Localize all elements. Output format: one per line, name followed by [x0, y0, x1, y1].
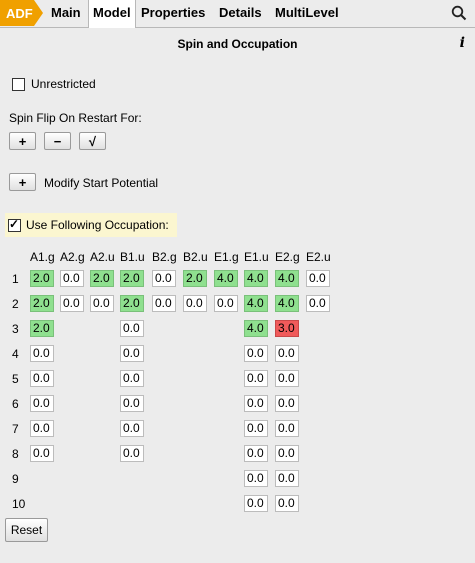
column-header: B2.u [183, 250, 208, 264]
occupation-cell[interactable]: 0.0 [244, 370, 268, 387]
occupation-cell[interactable]: 2.0 [120, 270, 144, 287]
occupation-cell[interactable]: 0.0 [275, 370, 299, 387]
column-header: B2.g [152, 250, 177, 264]
occupation-cell[interactable]: 0.0 [152, 270, 176, 287]
occupation-cell[interactable]: 0.0 [244, 345, 268, 362]
adf-tab-label: ADF [6, 6, 33, 21]
column-header: E1.u [244, 250, 269, 264]
row-label: 6 [12, 397, 19, 411]
occupation-cell[interactable]: 0.0 [275, 470, 299, 487]
occupation-cell[interactable]: 0.0 [244, 420, 268, 437]
occupation-cell[interactable]: 0.0 [275, 345, 299, 362]
column-header: E2.g [275, 250, 300, 264]
occupation-cell[interactable]: 0.0 [120, 345, 144, 362]
occupation-cell[interactable]: 0.0 [120, 320, 144, 337]
column-header: A2.u [90, 250, 115, 264]
spin-occupation-panel: Spin and Occupation i Unrestricted Spin … [0, 28, 475, 563]
row-label: 5 [12, 372, 19, 386]
reset-button[interactable]: Reset [5, 518, 48, 542]
column-header: A1.g [30, 250, 55, 264]
occupation-cell[interactable]: 4.0 [275, 270, 299, 287]
occupation-cell[interactable]: 0.0 [183, 295, 207, 312]
row-label: 9 [12, 472, 19, 486]
panel-title: Spin and Occupation [177, 37, 298, 51]
row-label: 8 [12, 447, 19, 461]
spin-flip-remove-button[interactable]: − [44, 132, 71, 150]
tab-main[interactable]: Main [51, 0, 81, 26]
column-header: E1.g [214, 250, 239, 264]
occupation-cell[interactable]: 0.0 [306, 295, 330, 312]
occupation-cell[interactable]: 2.0 [120, 295, 144, 312]
occupation-cell[interactable]: 0.0 [30, 445, 54, 462]
occupation-cell[interactable]: 0.0 [275, 395, 299, 412]
occupation-cell[interactable]: 0.0 [120, 445, 144, 462]
column-header: A2.g [60, 250, 85, 264]
occupation-cell[interactable]: 0.0 [152, 295, 176, 312]
unrestricted-checkbox[interactable] [12, 78, 25, 91]
occupation-cell[interactable]: 0.0 [30, 345, 54, 362]
occupation-cell[interactable]: 4.0 [275, 295, 299, 312]
use-occupation-checkbox[interactable] [8, 217, 21, 232]
info-icon[interactable]: i [460, 35, 465, 51]
occupation-cell[interactable]: 0.0 [275, 445, 299, 462]
occupation-cell[interactable]: 3.0 [275, 320, 299, 337]
occupation-cell[interactable]: 0.0 [30, 395, 54, 412]
occupation-cell[interactable]: 0.0 [60, 295, 84, 312]
spin-flip-add-button[interactable]: + [9, 132, 36, 150]
row-label: 7 [12, 422, 19, 436]
row-label: 1 [12, 272, 19, 286]
occupation-cell[interactable]: 0.0 [244, 395, 268, 412]
occupation-cell[interactable]: 2.0 [30, 320, 54, 337]
occupation-cell[interactable]: 0.0 [120, 420, 144, 437]
occupation-cell[interactable]: 0.0 [30, 420, 54, 437]
row-label: 10 [12, 497, 26, 511]
spin-flip-label: Spin Flip On Restart For: [9, 111, 142, 125]
occupation-cell[interactable]: 2.0 [30, 295, 54, 312]
occupation-cell[interactable]: 0.0 [275, 495, 299, 512]
modify-start-potential-button[interactable]: + [9, 173, 36, 191]
occupation-cell[interactable]: 2.0 [183, 270, 207, 287]
occupation-cell[interactable]: 0.0 [275, 420, 299, 437]
occupation-cell[interactable]: 2.0 [90, 270, 114, 287]
occupation-cell[interactable]: 4.0 [244, 270, 268, 287]
tab-details[interactable]: Details [219, 0, 262, 26]
occupation-cell[interactable]: 0.0 [120, 370, 144, 387]
row-label: 4 [12, 347, 19, 361]
row-label: 2 [12, 297, 19, 311]
unrestricted-label: Unrestricted [31, 77, 96, 91]
column-header: E2.u [306, 250, 331, 264]
occupation-cell[interactable]: 0.0 [244, 495, 268, 512]
column-header: B1.u [120, 250, 145, 264]
occupation-cell[interactable]: 0.0 [244, 445, 268, 462]
occupation-cell[interactable]: 4.0 [244, 320, 268, 337]
occupation-cell[interactable]: 0.0 [60, 270, 84, 287]
use-occupation-label: Use Following Occupation: [26, 218, 169, 232]
occupation-cell[interactable]: 4.0 [214, 270, 238, 287]
search-icon[interactable] [451, 5, 467, 21]
row-label: 3 [12, 322, 19, 336]
modify-start-potential-label: Modify Start Potential [44, 176, 159, 190]
tab-bar: ADF Main Model Properties Details MultiL… [0, 0, 475, 28]
spin-flip-check-button[interactable]: √ [79, 132, 106, 150]
occupation-cell[interactable]: 0.0 [120, 395, 144, 412]
occupation-cell[interactable]: 2.0 [30, 270, 54, 287]
occupation-cell[interactable]: 0.0 [306, 270, 330, 287]
occupation-cell[interactable]: 0.0 [244, 470, 268, 487]
tab-properties[interactable]: Properties [141, 0, 205, 26]
tab-adf[interactable]: ADF [0, 0, 44, 27]
occupation-cell[interactable]: 0.0 [90, 295, 114, 312]
occupation-cell[interactable]: 0.0 [30, 370, 54, 387]
tab-multilevel[interactable]: MultiLevel [275, 0, 339, 26]
tab-model[interactable]: Model [88, 0, 136, 28]
occupation-cell[interactable]: 0.0 [214, 295, 238, 312]
occupation-cell[interactable]: 4.0 [244, 295, 268, 312]
